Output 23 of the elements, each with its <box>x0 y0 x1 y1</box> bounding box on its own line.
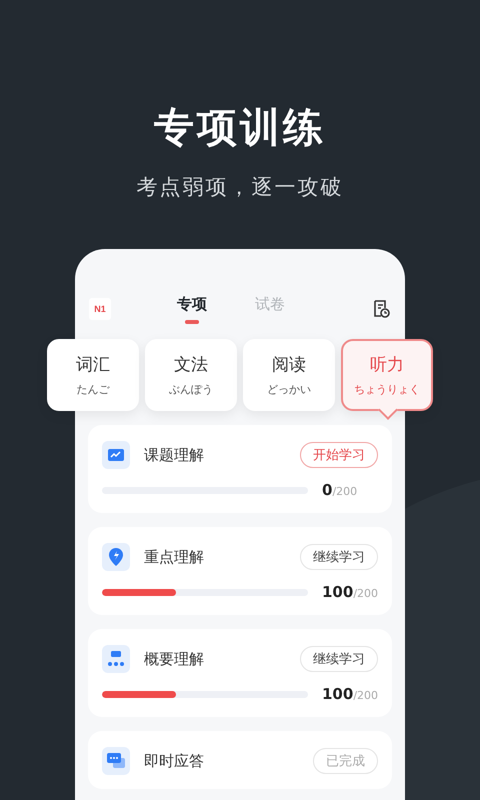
document-clock-icon[interactable] <box>371 299 391 319</box>
subtitle: 考点弱项，逐一攻破 <box>136 174 344 201</box>
section-title: 重点理解 <box>144 548 205 566</box>
tab[interactable]: 专项 <box>177 294 207 324</box>
chat-bubbles-icon <box>102 747 130 775</box>
section-title: 概要理解 <box>144 650 205 668</box>
category-tab[interactable]: 文法 ぶんぽう <box>145 339 237 411</box>
category-tab[interactable]: 词汇 たんご <box>47 339 139 411</box>
level-badge[interactable]: N1 <box>89 298 111 320</box>
category-tab[interactable]: 听力 ちょうりょく <box>341 339 433 411</box>
headline: 专项训练 <box>154 104 326 153</box>
category-tab[interactable]: 阅读 どっかい <box>243 339 335 411</box>
action-button[interactable]: 继续学习 <box>300 544 378 570</box>
chart-board-icon <box>102 441 130 469</box>
progress-count: 100/200 <box>322 583 378 601</box>
section-title: 课题理解 <box>144 446 205 464</box>
action-button[interactable]: 继续学习 <box>300 646 378 672</box>
progress-count: 0/200 <box>322 481 358 499</box>
progress-count: 100/200 <box>322 685 378 703</box>
section-title: 即时应答 <box>144 752 205 770</box>
lightning-pin-icon <box>102 543 130 571</box>
hierarchy-icon <box>102 645 130 673</box>
action-button[interactable]: 开始学习 <box>300 442 378 468</box>
